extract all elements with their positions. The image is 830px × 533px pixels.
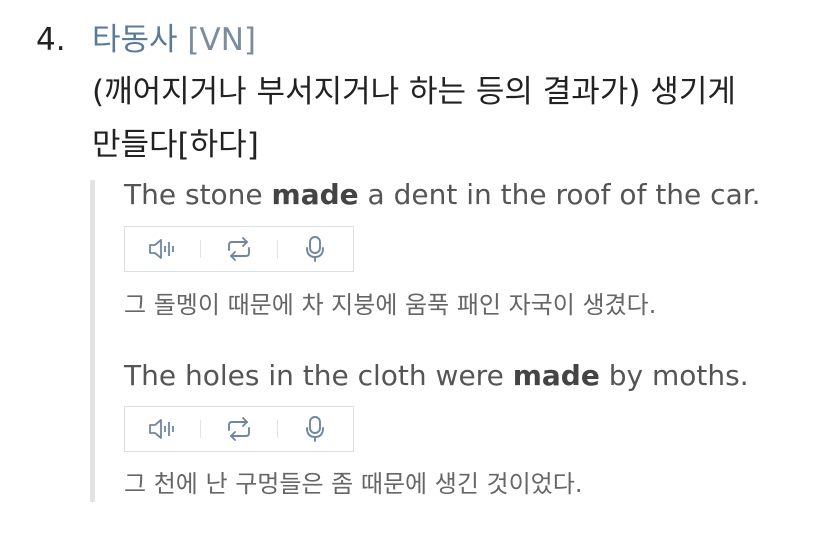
example-toolbar	[124, 406, 354, 452]
example-text: The stone	[124, 178, 272, 211]
microphone-icon	[304, 415, 326, 443]
example-text: a dent in the roof of the car.	[358, 178, 761, 211]
microphone-icon	[304, 235, 326, 263]
speaker-icon	[148, 417, 178, 441]
sense-header: 타동사 [VN]	[92, 20, 256, 60]
record-button[interactable]	[278, 227, 353, 271]
example-toolbar	[124, 226, 354, 272]
repeat-icon	[225, 416, 253, 442]
definition: (깨어지거나 부서지거나 하는 등의 결과가) 생기게 만들다[하다]	[92, 66, 812, 172]
example-keyword: made	[271, 178, 359, 211]
sense-number: 4.	[36, 22, 66, 58]
play-audio-button[interactable]	[125, 227, 200, 271]
repeat-button[interactable]	[201, 407, 276, 451]
example-sentence: The holes in the cloth were made by moth…	[124, 358, 749, 394]
record-button[interactable]	[278, 407, 353, 451]
definition-line-1: (깨어지거나 부서지거나 하는 등의 결과가) 생기게	[92, 74, 736, 110]
repeat-icon	[225, 236, 253, 262]
repeat-button[interactable]	[201, 227, 276, 271]
example-quote-bar	[90, 180, 95, 502]
example-text: The holes in the cloth were	[124, 359, 513, 392]
definition-line-2: 만들다[하다]	[92, 127, 259, 163]
play-audio-button[interactable]	[125, 407, 200, 451]
verb-pattern: [VN]	[187, 22, 257, 58]
speaker-icon	[148, 237, 178, 261]
example-keyword: made	[512, 359, 600, 392]
example-sentence: The stone made a dent in the roof of the…	[124, 177, 761, 213]
example-text: by moths.	[599, 359, 749, 392]
example-translation: 그 돌멩이 때문에 차 지붕에 움푹 패인 자국이 생겼다.	[124, 291, 657, 319]
part-of-speech[interactable]: 타동사	[92, 22, 178, 58]
example-translation: 그 천에 난 구멍들은 좀 때문에 생긴 것이었다.	[124, 470, 583, 498]
